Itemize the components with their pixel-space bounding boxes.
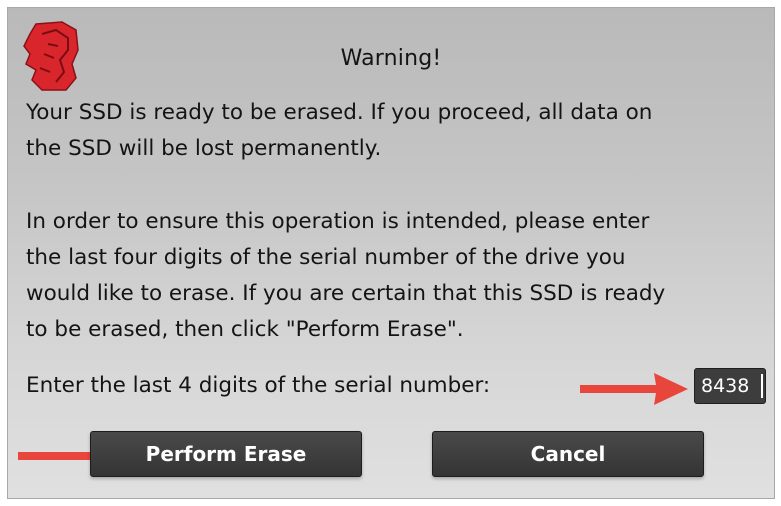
warning-message-line: the SSD will be lost permanently. bbox=[26, 136, 382, 161]
instruction-line: would like to erase. If you are certain … bbox=[26, 281, 666, 306]
instruction-line: In order to ensure this operation is int… bbox=[26, 209, 650, 234]
warning-message-line: Your SSD is ready to be erased. If you p… bbox=[26, 100, 653, 125]
instruction-message: In order to ensure this operation is int… bbox=[26, 204, 766, 348]
instruction-line: the last four digits of the serial numbe… bbox=[26, 245, 626, 270]
warning-message: Your SSD is ready to be erased. If you p… bbox=[26, 95, 766, 167]
serial-prompt-label: Enter the last 4 digits of the serial nu… bbox=[26, 373, 491, 398]
text-cursor bbox=[761, 374, 763, 398]
erase-warning-dialog: Warning! Your SSD is ready to be erased.… bbox=[8, 8, 774, 498]
instruction-line: to be erased, then click "Perform Erase"… bbox=[26, 317, 464, 342]
red-arrow-right-icon bbox=[580, 373, 688, 405]
serial-digits-input[interactable] bbox=[694, 368, 766, 404]
dialog-title: Warning! bbox=[340, 46, 442, 71]
cancel-button[interactable]: Cancel bbox=[432, 431, 704, 477]
perform-erase-button[interactable]: Perform Erase bbox=[90, 431, 362, 477]
